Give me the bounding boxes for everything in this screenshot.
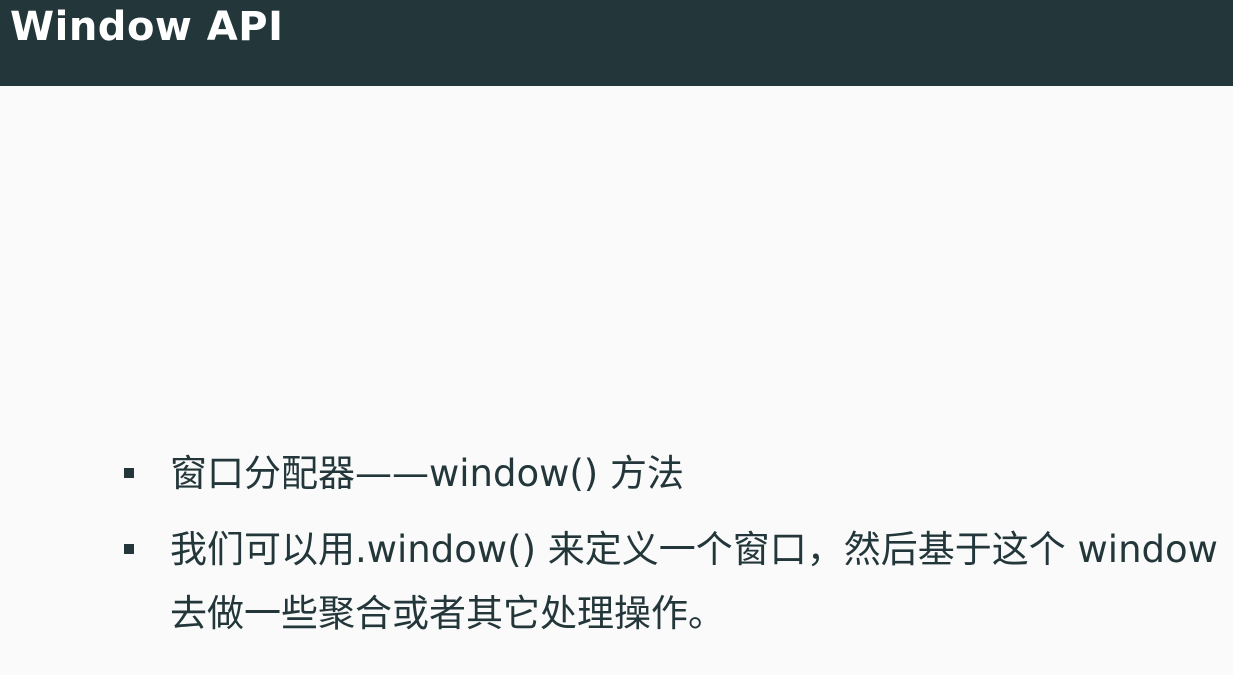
- square-bullet-icon: [124, 468, 134, 478]
- square-bullet-icon: [124, 544, 134, 554]
- slide-title: Window API: [10, 4, 284, 50]
- bullet-list: 窗口分配器——window() 方法 我们可以用.window() 来定义一个窗…: [122, 442, 1222, 646]
- bullet-text: 我们可以用.window() 来定义一个窗口，然后基于这个 window 去做一…: [170, 528, 1218, 635]
- bullet-item: 我们可以用.window() 来定义一个窗口，然后基于这个 window 去做一…: [122, 518, 1222, 646]
- bullet-item: 窗口分配器——window() 方法: [122, 442, 1222, 506]
- slide-title-bar: Window API: [0, 0, 1233, 86]
- bullet-text: 窗口分配器——window() 方法: [170, 452, 685, 495]
